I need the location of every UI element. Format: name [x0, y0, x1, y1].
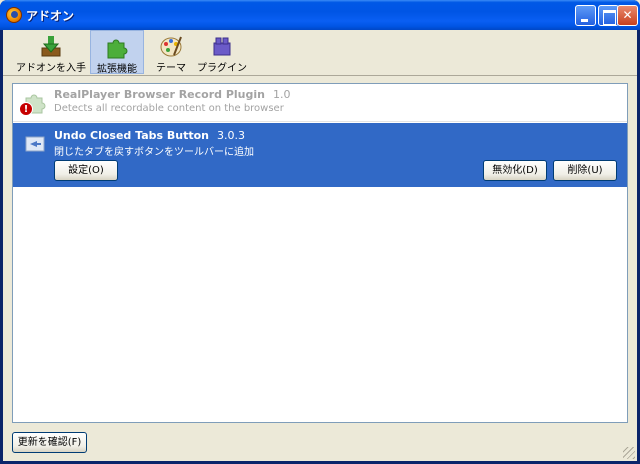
plugin-icon: [213, 37, 231, 56]
tab-plugins-label: プラグイン: [197, 63, 247, 74]
extensions-list[interactable]: ! RealPlayer Browser Record Plugin 1.0 De…: [12, 83, 628, 423]
extension-description: 閉じたタブを戻すボタンをツールバーに追加: [54, 147, 254, 158]
disable-button[interactable]: 無効化(D): [483, 160, 547, 181]
uninstall-button[interactable]: 削除(U): [553, 160, 617, 181]
check-updates-button[interactable]: 更新を確認(F): [12, 432, 87, 453]
puzzle-icon: [107, 39, 128, 59]
palette-icon: [160, 36, 182, 57]
extension-name: RealPlayer Browser Record Plugin 1.0: [54, 88, 291, 101]
window-title: アドオン: [26, 9, 75, 23]
tab-themes[interactable]: テーマ: [149, 30, 193, 74]
extension-name-text: Undo Closed Tabs Button: [54, 129, 210, 142]
extension-description: Detects all recordable content on the br…: [54, 103, 284, 114]
tab-extensions-label: 拡張機能: [97, 64, 137, 75]
tab-themes-label: テーマ: [156, 63, 186, 74]
download-icon: [41, 36, 61, 57]
options-button[interactable]: 設定(O): [54, 160, 118, 181]
extension-version: 1.0: [273, 88, 291, 101]
extension-version: 3.0.3: [217, 129, 246, 142]
error-icon: !: [19, 102, 33, 116]
list-item-selected[interactable]: Undo Closed Tabs Button 3.0.3 閉じたタブを戻すボタン…: [13, 123, 627, 187]
tab-get-addons-label: アドオンを入手: [16, 63, 86, 74]
extension-name-text: RealPlayer Browser Record Plugin: [54, 88, 265, 101]
title-bar[interactable]: アドオン ✕: [0, 0, 640, 30]
list-item[interactable]: ! RealPlayer Browser Record Plugin 1.0 De…: [13, 84, 627, 122]
tab-get-addons[interactable]: アドオンを入手: [15, 30, 87, 74]
close-button[interactable]: ✕: [617, 5, 638, 26]
undo-tab-icon: [25, 136, 45, 152]
resize-grip-icon[interactable]: [623, 447, 635, 459]
window-client: アドオンを入手 拡張機能 テーマ プラグイン ! RealPlayer Brow…: [3, 30, 637, 461]
firefox-icon: [6, 7, 22, 23]
extension-name: Undo Closed Tabs Button 3.0.3: [54, 129, 245, 142]
minimize-button[interactable]: [575, 5, 596, 26]
addons-window: アドオン ✕ アドオンを入手 拡張機能 テーマ プラグイン ! RealPlay…: [0, 0, 640, 464]
category-toolbar: アドオンを入手 拡張機能 テーマ プラグイン: [3, 30, 637, 76]
tab-plugins[interactable]: プラグイン: [196, 30, 248, 74]
maximize-button[interactable]: [598, 5, 619, 26]
tab-extensions[interactable]: 拡張機能: [90, 30, 144, 75]
